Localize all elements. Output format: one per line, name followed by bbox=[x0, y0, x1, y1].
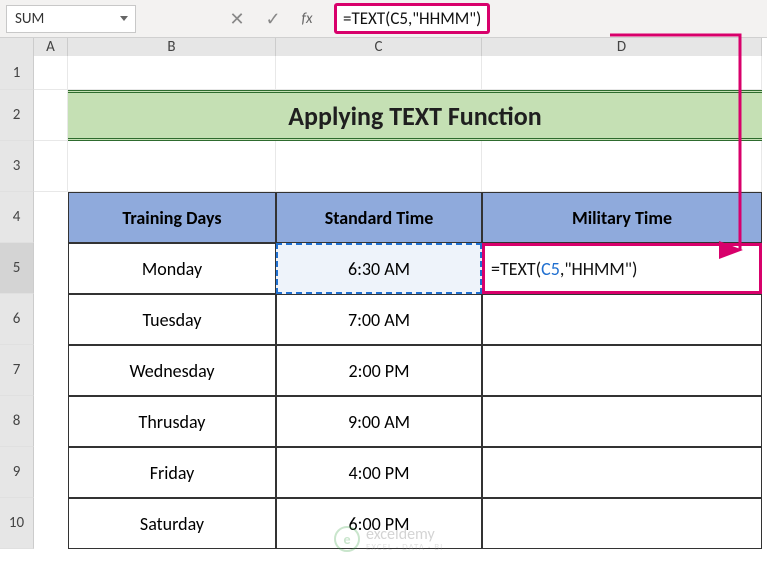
col-header-C[interactable]: C bbox=[276, 38, 482, 56]
cell-mil[interactable] bbox=[482, 345, 762, 396]
col-header-B[interactable]: B bbox=[68, 38, 276, 56]
table-row: Monday 6:30 AM =TEXT(C5,"HHMM") bbox=[68, 243, 762, 294]
cell-D3[interactable] bbox=[482, 141, 762, 192]
name-box[interactable]: SUM bbox=[6, 5, 136, 33]
row-header-8[interactable]: 8 bbox=[0, 396, 34, 447]
row-header-7[interactable]: 7 bbox=[0, 345, 34, 396]
cell-mil[interactable] bbox=[482, 396, 762, 447]
enter-formula-button[interactable]: ✓ bbox=[256, 5, 290, 33]
column-header-row: A B C D bbox=[0, 38, 767, 56]
formula-bar-text: =TEXT(C5,"HHMM") bbox=[334, 3, 490, 34]
title-cell[interactable]: Applying TEXT Function bbox=[68, 90, 762, 141]
cell-mil[interactable] bbox=[482, 294, 762, 345]
cell-day[interactable]: Friday bbox=[68, 447, 276, 498]
table-row: Friday 4:00 PM bbox=[68, 447, 762, 498]
row-header-1[interactable]: 1 bbox=[0, 56, 34, 90]
cell-mil[interactable] bbox=[482, 498, 762, 549]
table-row: Saturday 6:00 PM bbox=[68, 498, 762, 549]
row-header-10[interactable]: 10 bbox=[0, 498, 34, 549]
formula-bar-row: SUM ✕ ✓ fx =TEXT(C5,"HHMM") bbox=[0, 0, 767, 38]
data-table: Training Days Standard Time Military Tim… bbox=[68, 192, 762, 549]
cell-C3[interactable] bbox=[276, 141, 482, 192]
cell-day[interactable]: Wednesday bbox=[68, 345, 276, 396]
table-row: Tuesday 7:00 AM bbox=[68, 294, 762, 345]
header-training-days[interactable]: Training Days bbox=[68, 192, 276, 243]
cell-day[interactable]: Saturday bbox=[68, 498, 276, 549]
cell-A1[interactable] bbox=[34, 56, 68, 90]
cell-day[interactable]: Thrusday bbox=[68, 396, 276, 447]
fx-label: fx bbox=[301, 10, 312, 28]
chevron-down-icon[interactable] bbox=[117, 12, 131, 26]
col-header-A[interactable]: A bbox=[34, 38, 68, 56]
cell-day[interactable]: Monday bbox=[68, 243, 276, 294]
row-header-2[interactable]: 2 bbox=[0, 90, 34, 141]
cell-C1[interactable] bbox=[276, 56, 482, 90]
row-header-3[interactable]: 3 bbox=[0, 141, 34, 192]
table-row: Wednesday 2:00 PM bbox=[68, 345, 762, 396]
cell-D5-formula: =TEXT(C5,"HHMM") bbox=[491, 258, 637, 280]
cell-std[interactable]: 9:00 AM bbox=[276, 396, 482, 447]
table-header-row: Training Days Standard Time Military Tim… bbox=[68, 192, 762, 243]
cell-mil[interactable] bbox=[482, 447, 762, 498]
cell-D5-active[interactable]: =TEXT(C5,"HHMM") bbox=[482, 243, 762, 294]
cell-A3[interactable] bbox=[34, 141, 68, 192]
cell-B1[interactable] bbox=[68, 56, 276, 90]
cell-A2[interactable] bbox=[34, 90, 68, 141]
row-header-9[interactable]: 9 bbox=[0, 447, 34, 498]
cell-std[interactable]: 2:00 PM bbox=[276, 345, 482, 396]
select-all-corner[interactable] bbox=[0, 38, 34, 56]
row-header-5[interactable]: 5 bbox=[0, 243, 34, 294]
row-header-4[interactable]: 4 bbox=[0, 192, 34, 243]
name-box-value: SUM bbox=[15, 10, 44, 28]
table-row: Thrusday 9:00 AM bbox=[68, 396, 762, 447]
cell-std[interactable]: 7:00 AM bbox=[276, 294, 482, 345]
x-icon: ✕ bbox=[229, 8, 244, 30]
cell-B3[interactable] bbox=[68, 141, 276, 192]
header-military-time[interactable]: Military Time bbox=[482, 192, 762, 243]
cancel-formula-button[interactable]: ✕ bbox=[220, 5, 254, 33]
row-header-column: 1 2 3 4 5 6 7 8 9 10 bbox=[0, 56, 34, 549]
check-icon: ✓ bbox=[265, 8, 280, 30]
cell-D1[interactable] bbox=[482, 56, 762, 90]
cell-std[interactable]: 6:00 PM bbox=[276, 498, 482, 549]
formula-bar-input[interactable]: =TEXT(C5,"HHMM") bbox=[328, 5, 761, 33]
cell-C5-referenced[interactable]: 6:30 AM bbox=[276, 243, 482, 294]
cell-day[interactable]: Tuesday bbox=[68, 294, 276, 345]
fx-button[interactable]: fx bbox=[292, 5, 326, 33]
cell-std[interactable]: 4:00 PM bbox=[276, 447, 482, 498]
col-header-D[interactable]: D bbox=[482, 38, 762, 56]
row-header-6[interactable]: 6 bbox=[0, 294, 34, 345]
header-standard-time[interactable]: Standard Time bbox=[276, 192, 482, 243]
